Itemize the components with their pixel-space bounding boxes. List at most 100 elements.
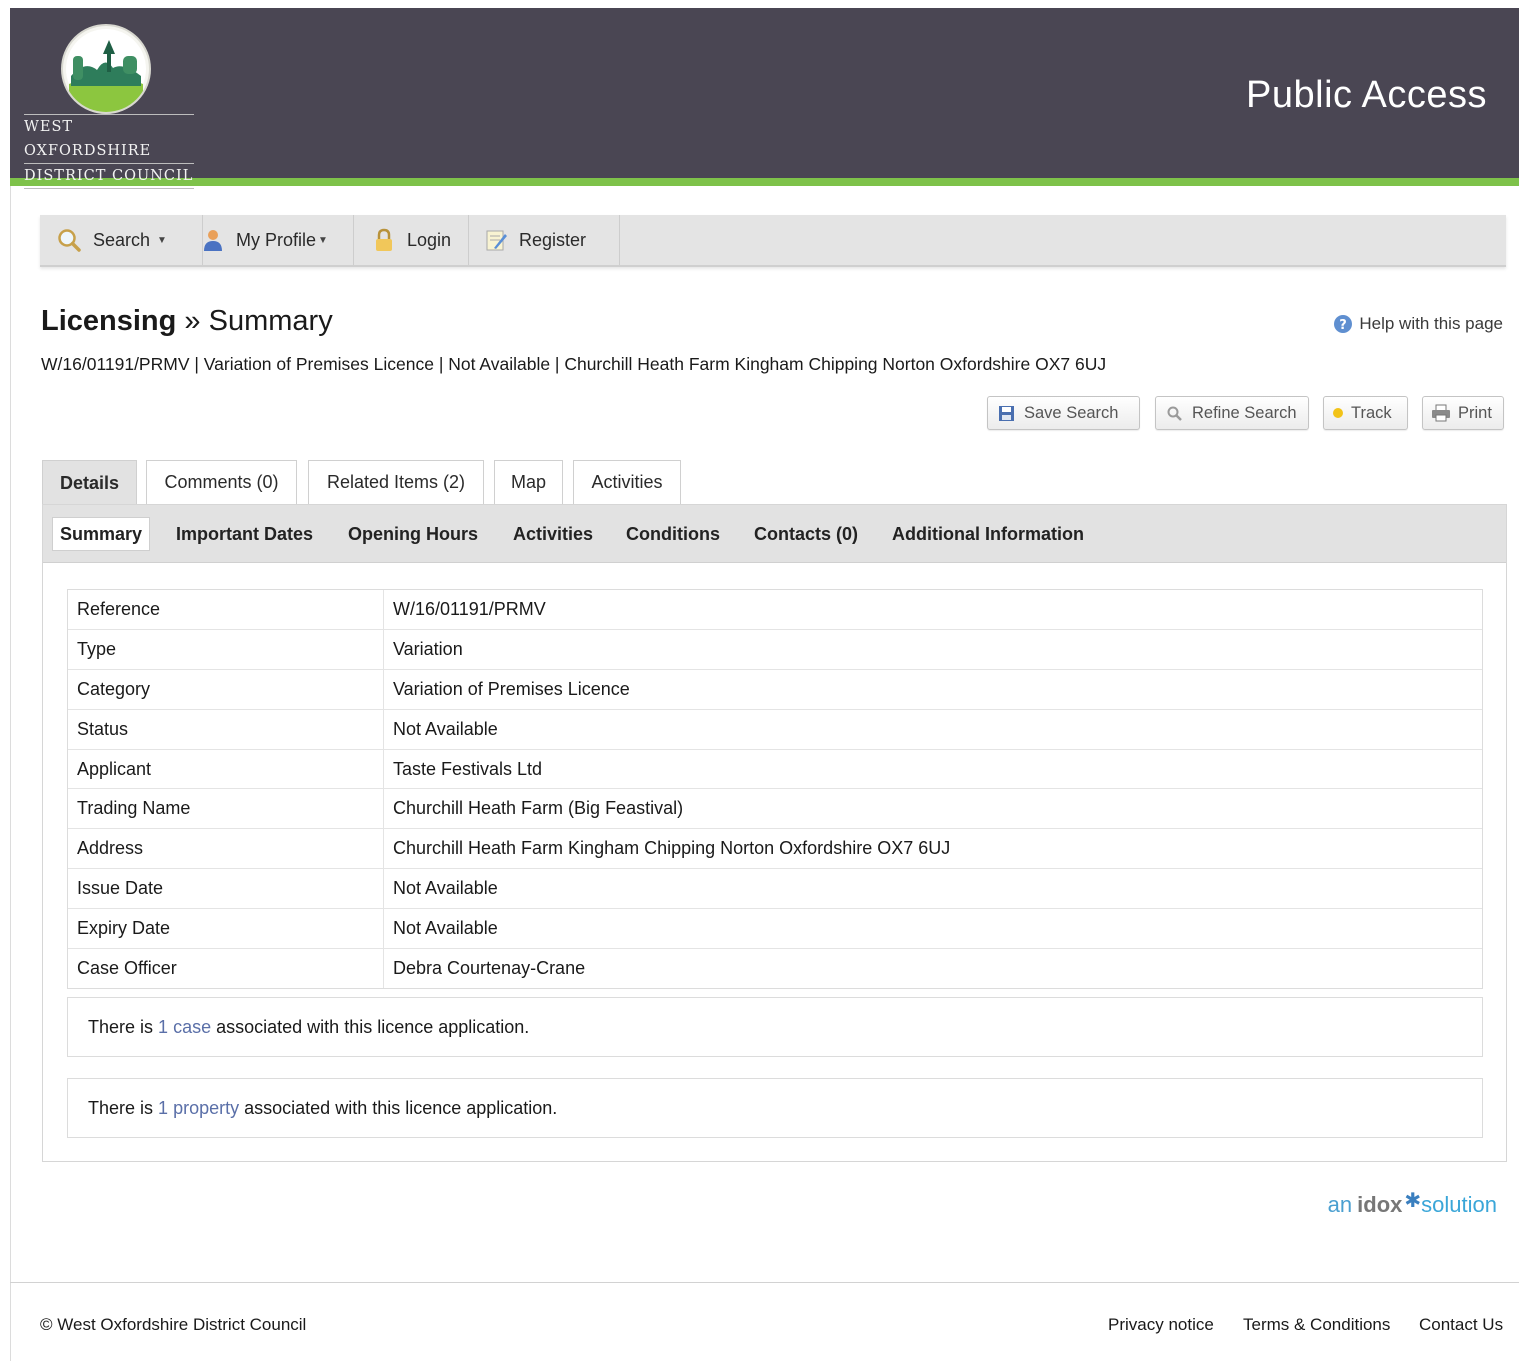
associated-properties-box: There is 1 property associated with this… bbox=[67, 1078, 1483, 1138]
portal-title: Public Access bbox=[1246, 74, 1487, 116]
row-value: Churchill Heath Farm Kingham Chipping No… bbox=[393, 838, 951, 859]
row-value: Variation of Premises Licence bbox=[393, 678, 630, 699]
row-label: Reference bbox=[77, 599, 161, 619]
floppy-disk-icon bbox=[998, 405, 1015, 422]
nav-my-profile-menu[interactable]: My Profile ▼ bbox=[187, 215, 354, 265]
main-nav: Search ▼ My Profile ▼ Login Register bbox=[40, 215, 1506, 267]
row-divider bbox=[383, 909, 384, 949]
idox-name: idox bbox=[1357, 1192, 1403, 1217]
print-label: Print bbox=[1458, 403, 1492, 422]
subtab-contacts[interactable]: Contacts (0) bbox=[754, 517, 858, 551]
chevron-down-icon: ▼ bbox=[157, 234, 167, 246]
council-name: WEST OXFORDSHIRE DISTRICT COUNCIL bbox=[24, 114, 194, 189]
save-search-button[interactable]: Save Search bbox=[987, 396, 1140, 430]
row-label: Trading Name bbox=[77, 798, 191, 819]
refine-search-button[interactable]: Refine Search bbox=[1155, 396, 1309, 430]
associated-cases-box: There is 1 case associated with this lic… bbox=[67, 997, 1483, 1057]
row-value: W/16/01191/PRMV bbox=[393, 599, 546, 619]
page-title: Licensing » Summary bbox=[41, 305, 333, 338]
row-divider bbox=[383, 749, 384, 789]
nav-my-profile-label: My Profile bbox=[236, 229, 317, 250]
row-label: Issue Date bbox=[77, 878, 164, 899]
subtab-important-dates[interactable]: Important Dates bbox=[176, 517, 313, 551]
row-value: Churchill Heath Farm (Big Feastival) bbox=[393, 798, 684, 819]
help-link-label: Help with this page bbox=[1359, 314, 1503, 333]
row-label: Status bbox=[77, 718, 129, 739]
save-search-label: Save Search bbox=[1024, 403, 1119, 422]
help-link[interactable]: ? Help with this page bbox=[1333, 314, 1503, 334]
subtab-summary[interactable]: Summary bbox=[52, 517, 151, 551]
tab-map[interactable]: Map bbox=[494, 460, 563, 504]
assoc-property-count: 1 bbox=[158, 1097, 169, 1118]
subtab-opening-hours[interactable]: Opening Hours bbox=[348, 517, 478, 551]
svg-text:?: ? bbox=[1340, 318, 1348, 333]
nav-search-label: Search bbox=[93, 229, 151, 250]
assoc-property-suffix: associated with this licence application… bbox=[244, 1097, 558, 1118]
assoc-property-prefix: There is bbox=[88, 1097, 154, 1118]
row-value: Not Available bbox=[393, 718, 498, 739]
council-name-line2: DISTRICT COUNCIL bbox=[24, 163, 194, 189]
nav-register-label: Register bbox=[519, 229, 587, 250]
tab-details[interactable]: Details bbox=[42, 460, 137, 506]
assoc-case-count: 1 bbox=[158, 1016, 169, 1037]
print-button[interactable]: Print bbox=[1422, 396, 1504, 430]
row-divider bbox=[383, 789, 384, 829]
nav-login[interactable]: Login bbox=[356, 215, 469, 265]
idox-an: an bbox=[1327, 1192, 1353, 1217]
subtab-conditions[interactable]: Conditions bbox=[626, 517, 720, 551]
track-button[interactable]: Track bbox=[1323, 396, 1408, 430]
register-form-icon bbox=[484, 228, 508, 252]
tab-related-items[interactable]: Related Items (2) bbox=[308, 460, 484, 504]
row-divider bbox=[383, 590, 384, 629]
user-icon bbox=[201, 228, 225, 252]
table-row: Case Officer Debra Courtenay-Crane bbox=[68, 949, 1482, 988]
details-table: Reference W/16/01191/PRMV Type Variation C… bbox=[67, 589, 1483, 989]
assoc-property-link[interactable]: property bbox=[173, 1098, 239, 1119]
footer-divider bbox=[10, 1282, 1519, 1283]
nav-login-label: Login bbox=[407, 229, 452, 250]
magnifier-icon bbox=[56, 227, 82, 253]
council-name-line1: WEST OXFORDSHIRE bbox=[24, 114, 194, 163]
tab-comments[interactable]: Comments (0) bbox=[146, 460, 297, 504]
table-row: Expiry Date Not Available bbox=[68, 909, 1482, 950]
row-value: Not Available bbox=[393, 878, 498, 899]
header-accent-stripe bbox=[10, 178, 1519, 186]
track-label: Track bbox=[1351, 403, 1392, 422]
chevron-down-icon: ▼ bbox=[318, 234, 328, 246]
table-row: Issue Date Not Available bbox=[68, 869, 1482, 910]
subtab-activities[interactable]: Activities bbox=[513, 517, 593, 551]
row-label: Type bbox=[77, 638, 117, 659]
idox-solution: solution bbox=[1421, 1192, 1497, 1217]
row-value: Taste Festivals Ltd bbox=[393, 758, 543, 779]
star-icon bbox=[1332, 407, 1344, 419]
footer-terms-link[interactable]: Terms & Conditions bbox=[1243, 1315, 1390, 1335]
table-row: Reference W/16/01191/PRMV bbox=[68, 590, 1482, 630]
subtab-additional-information[interactable]: Additional Information bbox=[892, 517, 1084, 551]
row-value: Variation bbox=[393, 638, 463, 659]
idox-logo[interactable]: an idox ✱ solution bbox=[1327, 1190, 1497, 1218]
footer-privacy-link[interactable]: Privacy notice bbox=[1108, 1315, 1214, 1335]
page-title-separator: » bbox=[184, 305, 201, 337]
printer-icon bbox=[1431, 404, 1451, 422]
row-divider bbox=[383, 949, 384, 988]
row-divider bbox=[383, 669, 384, 709]
idox-star-icon: ✱ bbox=[1404, 1190, 1422, 1212]
lock-icon bbox=[372, 228, 396, 252]
case-summary-line: W/16/01191/PRMV | Variation of Premises … bbox=[41, 354, 1107, 374]
nav-register[interactable]: Register bbox=[469, 215, 620, 265]
table-row: Trading Name Churchill Heath Farm (Big Fe… bbox=[68, 789, 1482, 830]
footer-contact-link[interactable]: Contact Us bbox=[1419, 1315, 1503, 1335]
table-row: Category Variation of Premises Licence bbox=[68, 669, 1482, 710]
row-value: Not Available bbox=[393, 918, 498, 939]
assoc-case-suffix: associated with this licence application… bbox=[216, 1016, 530, 1037]
row-value: Debra Courtenay-Crane bbox=[393, 958, 586, 979]
refine-search-icon bbox=[1166, 405, 1183, 422]
council-logo[interactable]: WEST OXFORDSHIRE DISTRICT COUNCIL bbox=[24, 18, 194, 189]
row-label: Expiry Date bbox=[77, 918, 171, 939]
footer-copyright: © West Oxfordshire District Council bbox=[40, 1315, 307, 1334]
nav-search-menu[interactable]: Search ▼ bbox=[40, 215, 203, 265]
assoc-case-prefix: There is bbox=[88, 1016, 154, 1037]
assoc-case-link[interactable]: case bbox=[173, 1017, 211, 1038]
table-row: Applicant Taste Festivals Ltd bbox=[68, 749, 1482, 790]
tab-activities[interactable]: Activities bbox=[573, 460, 681, 504]
